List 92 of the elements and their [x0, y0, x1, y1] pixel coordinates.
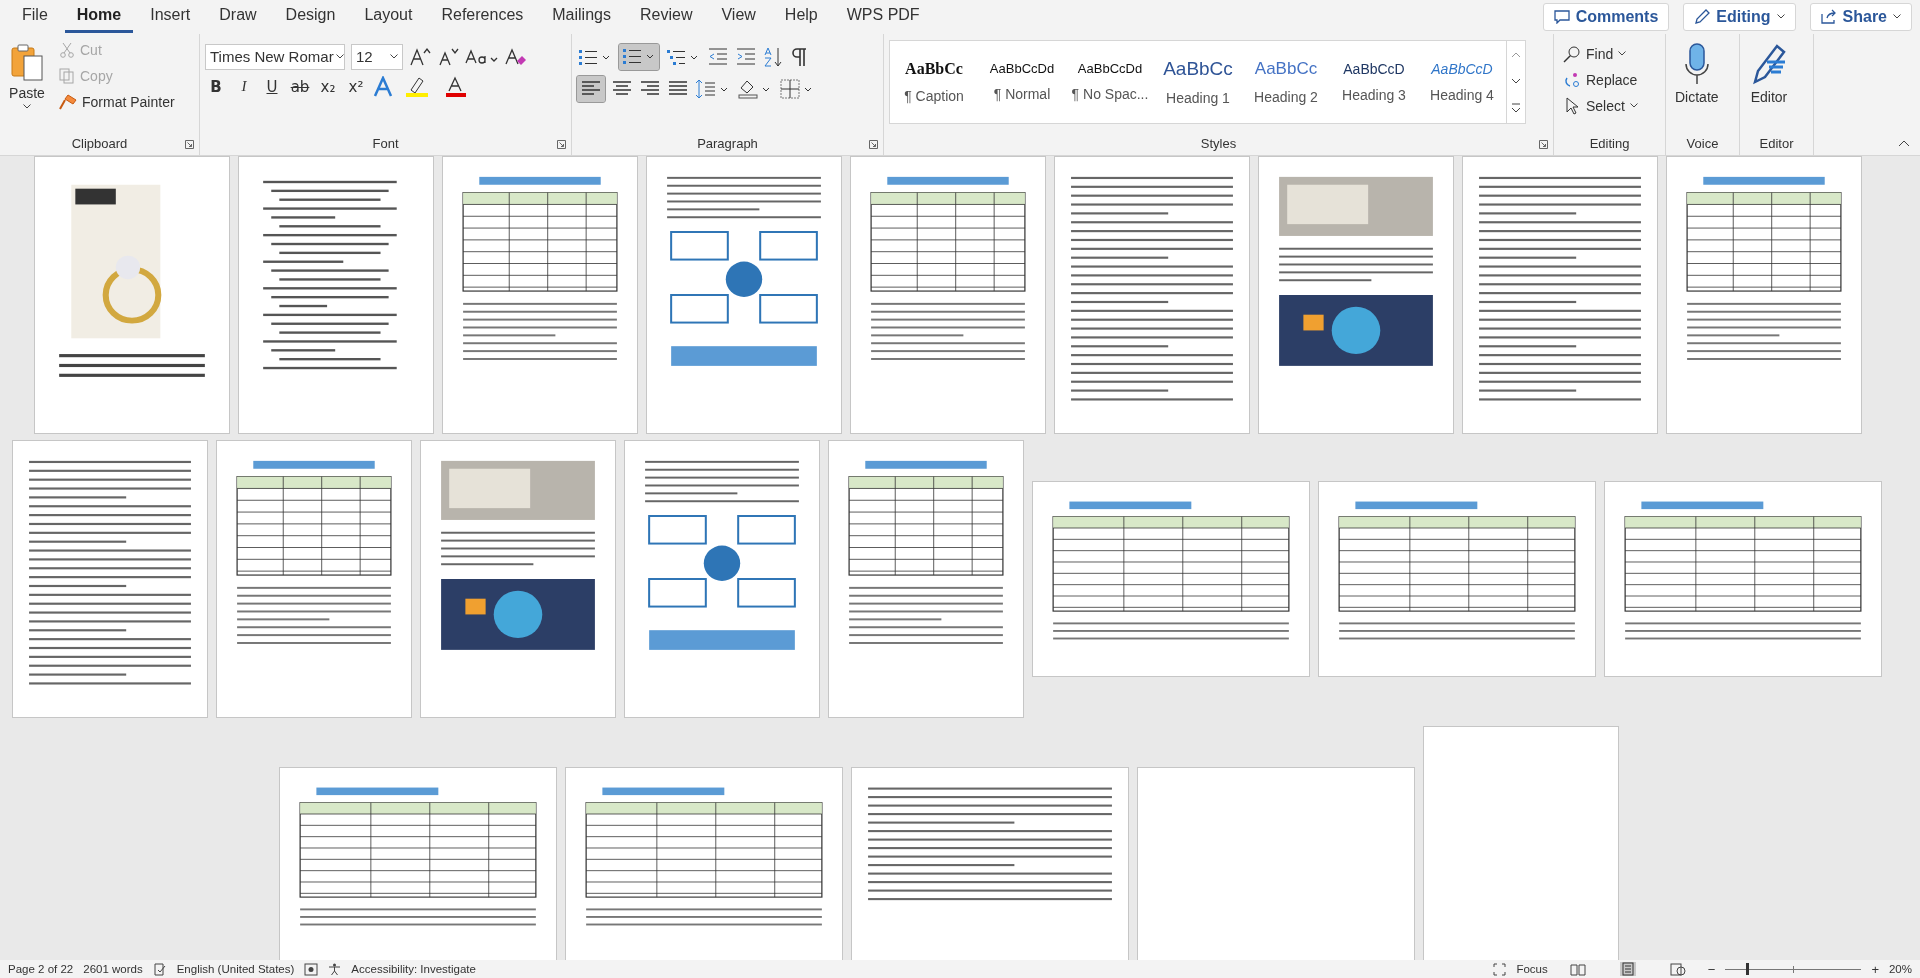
group-label: Clipboard	[71, 136, 128, 152]
editing-mode-button[interactable]: Editing	[1683, 3, 1796, 31]
replace-icon	[1563, 70, 1581, 89]
zoom-in-button[interactable]: +	[1871, 961, 1879, 977]
caret-icon	[1893, 14, 1901, 20]
dialog-launcher-icon[interactable]	[185, 139, 194, 149]
clipboard-icon	[9, 41, 45, 82]
ribbon-tab[interactable]: References	[429, 0, 536, 34]
focus-button[interactable]: Focus	[1516, 963, 1548, 975]
grow-font-icon[interactable]	[409, 46, 431, 67]
collapse-ribbon-icon[interactable]	[1898, 138, 1910, 147]
group-label: Styles	[1200, 136, 1237, 152]
style-option[interactable]: AaBbCc ¶ Caption	[890, 40, 978, 123]
focus-icon[interactable]	[1493, 962, 1507, 976]
zoom-slider[interactable]	[1725, 963, 1862, 975]
style-option[interactable]: AaBbCcD Heading 3	[1330, 40, 1418, 123]
shrink-font-icon[interactable]	[437, 46, 459, 67]
style-option[interactable]: AaBbCc Heading 2	[1242, 40, 1330, 123]
style-option[interactable]: AaBbCcDd ¶ No Spac...	[1066, 40, 1154, 123]
decrease-indent-icon[interactable]	[707, 45, 729, 68]
paste-button[interactable]: Paste	[5, 37, 49, 113]
share-button[interactable]: Share	[1809, 3, 1912, 31]
ribbon-tab[interactable]: Layout	[352, 0, 425, 34]
style-option[interactable]: AaBbCcD Heading 4	[1418, 40, 1506, 123]
proofing-icon[interactable]	[152, 962, 167, 976]
increase-indent-icon[interactable]	[735, 45, 757, 68]
accessibility-icon[interactable]	[328, 962, 342, 976]
style-option[interactable]: AaBbCcDd ¶ Normal	[978, 40, 1066, 123]
dictate-button[interactable]: Dictate	[1671, 37, 1723, 109]
ribbon-tab[interactable]: View	[709, 0, 768, 34]
subscript-button[interactable]: x₂	[317, 77, 339, 96]
ribbon-tab[interactable]: Insert	[138, 0, 203, 34]
page-count[interactable]: Page 2 of 22	[8, 963, 74, 975]
group-label: Paragraph	[697, 136, 758, 152]
group-label: Editing	[1589, 136, 1630, 152]
web-layout-icon[interactable]	[1669, 962, 1686, 976]
search-icon	[1563, 44, 1581, 63]
ribbon-tab[interactable]: Help	[772, 0, 830, 34]
scissors-icon	[59, 41, 75, 58]
group-label: Voice	[1686, 136, 1719, 152]
language-indicator[interactable]: English (United States)	[176, 963, 295, 975]
style-option[interactable]: AaBbCc Heading 1	[1154, 40, 1242, 123]
ribbon-tab[interactable]: Design	[273, 0, 348, 34]
share-icon	[1820, 9, 1837, 25]
zoom-out-button[interactable]: −	[1707, 961, 1716, 977]
comment-icon	[1553, 10, 1570, 24]
ribbon-tab[interactable]: WPS PDF	[834, 0, 932, 34]
comments-button[interactable]: Comments	[1542, 3, 1670, 31]
editor-button[interactable]: Editor	[1745, 37, 1793, 109]
find-button[interactable]: Find	[1559, 41, 1631, 66]
macro-recording-icon[interactable]	[304, 962, 319, 976]
print-layout-icon[interactable]	[1619, 962, 1636, 976]
zoom-level[interactable]: 20%	[1888, 963, 1912, 975]
group-label: Editor	[1759, 136, 1794, 152]
replace-button[interactable]: Replace	[1559, 67, 1642, 92]
italic-button[interactable]: I	[233, 78, 255, 96]
word-count[interactable]: 2601 words	[83, 963, 143, 975]
pilcrow-icon[interactable]	[791, 45, 809, 68]
cursor-icon	[1563, 96, 1581, 115]
font-name-field[interactable]: Times New Romar	[205, 43, 345, 70]
superscript-button[interactable]: x²	[345, 77, 367, 96]
bold-button[interactable]: B	[205, 77, 227, 96]
numbering-icon[interactable]	[619, 43, 659, 70]
caret-icon	[1776, 14, 1785, 20]
caret-icon	[1618, 51, 1627, 57]
paintbrush-icon	[59, 93, 77, 110]
copy-icon	[59, 67, 75, 84]
ribbon-tab[interactable]: Review	[627, 0, 705, 34]
font-size-field[interactable]: 12	[351, 43, 403, 70]
dialog-launcher-icon[interactable]	[557, 139, 566, 149]
ribbon-tab[interactable]: File	[10, 0, 60, 34]
dialog-launcher-icon[interactable]	[869, 139, 878, 149]
ribbon-tab[interactable]: Mailings	[540, 0, 623, 34]
group-label: Font	[372, 136, 399, 152]
caret-icon	[335, 54, 344, 60]
caret-icon	[23, 103, 31, 109]
accessibility-status[interactable]: Accessibility: Investigate	[351, 963, 476, 975]
caret-icon	[1629, 103, 1638, 109]
strike-button[interactable]: ab	[289, 77, 311, 96]
read-mode-icon[interactable]	[1569, 962, 1586, 976]
ribbon-tab[interactable]: Home	[64, 0, 134, 34]
dialog-launcher-icon[interactable]	[1539, 139, 1548, 149]
clear-formatting-icon[interactable]	[505, 46, 527, 67]
microphone-icon	[1682, 41, 1711, 86]
align-left-icon[interactable]	[577, 75, 605, 102]
format-painter-button[interactable]: Format Painter	[55, 89, 179, 114]
pencil-icon	[1694, 9, 1711, 25]
ribbon-tab[interactable]: Draw	[207, 0, 269, 34]
select-button[interactable]: Select	[1559, 93, 1642, 118]
caret-icon	[390, 54, 398, 60]
underline-button[interactable]: U	[261, 77, 283, 96]
slider-thumb[interactable]	[1745, 963, 1749, 975]
